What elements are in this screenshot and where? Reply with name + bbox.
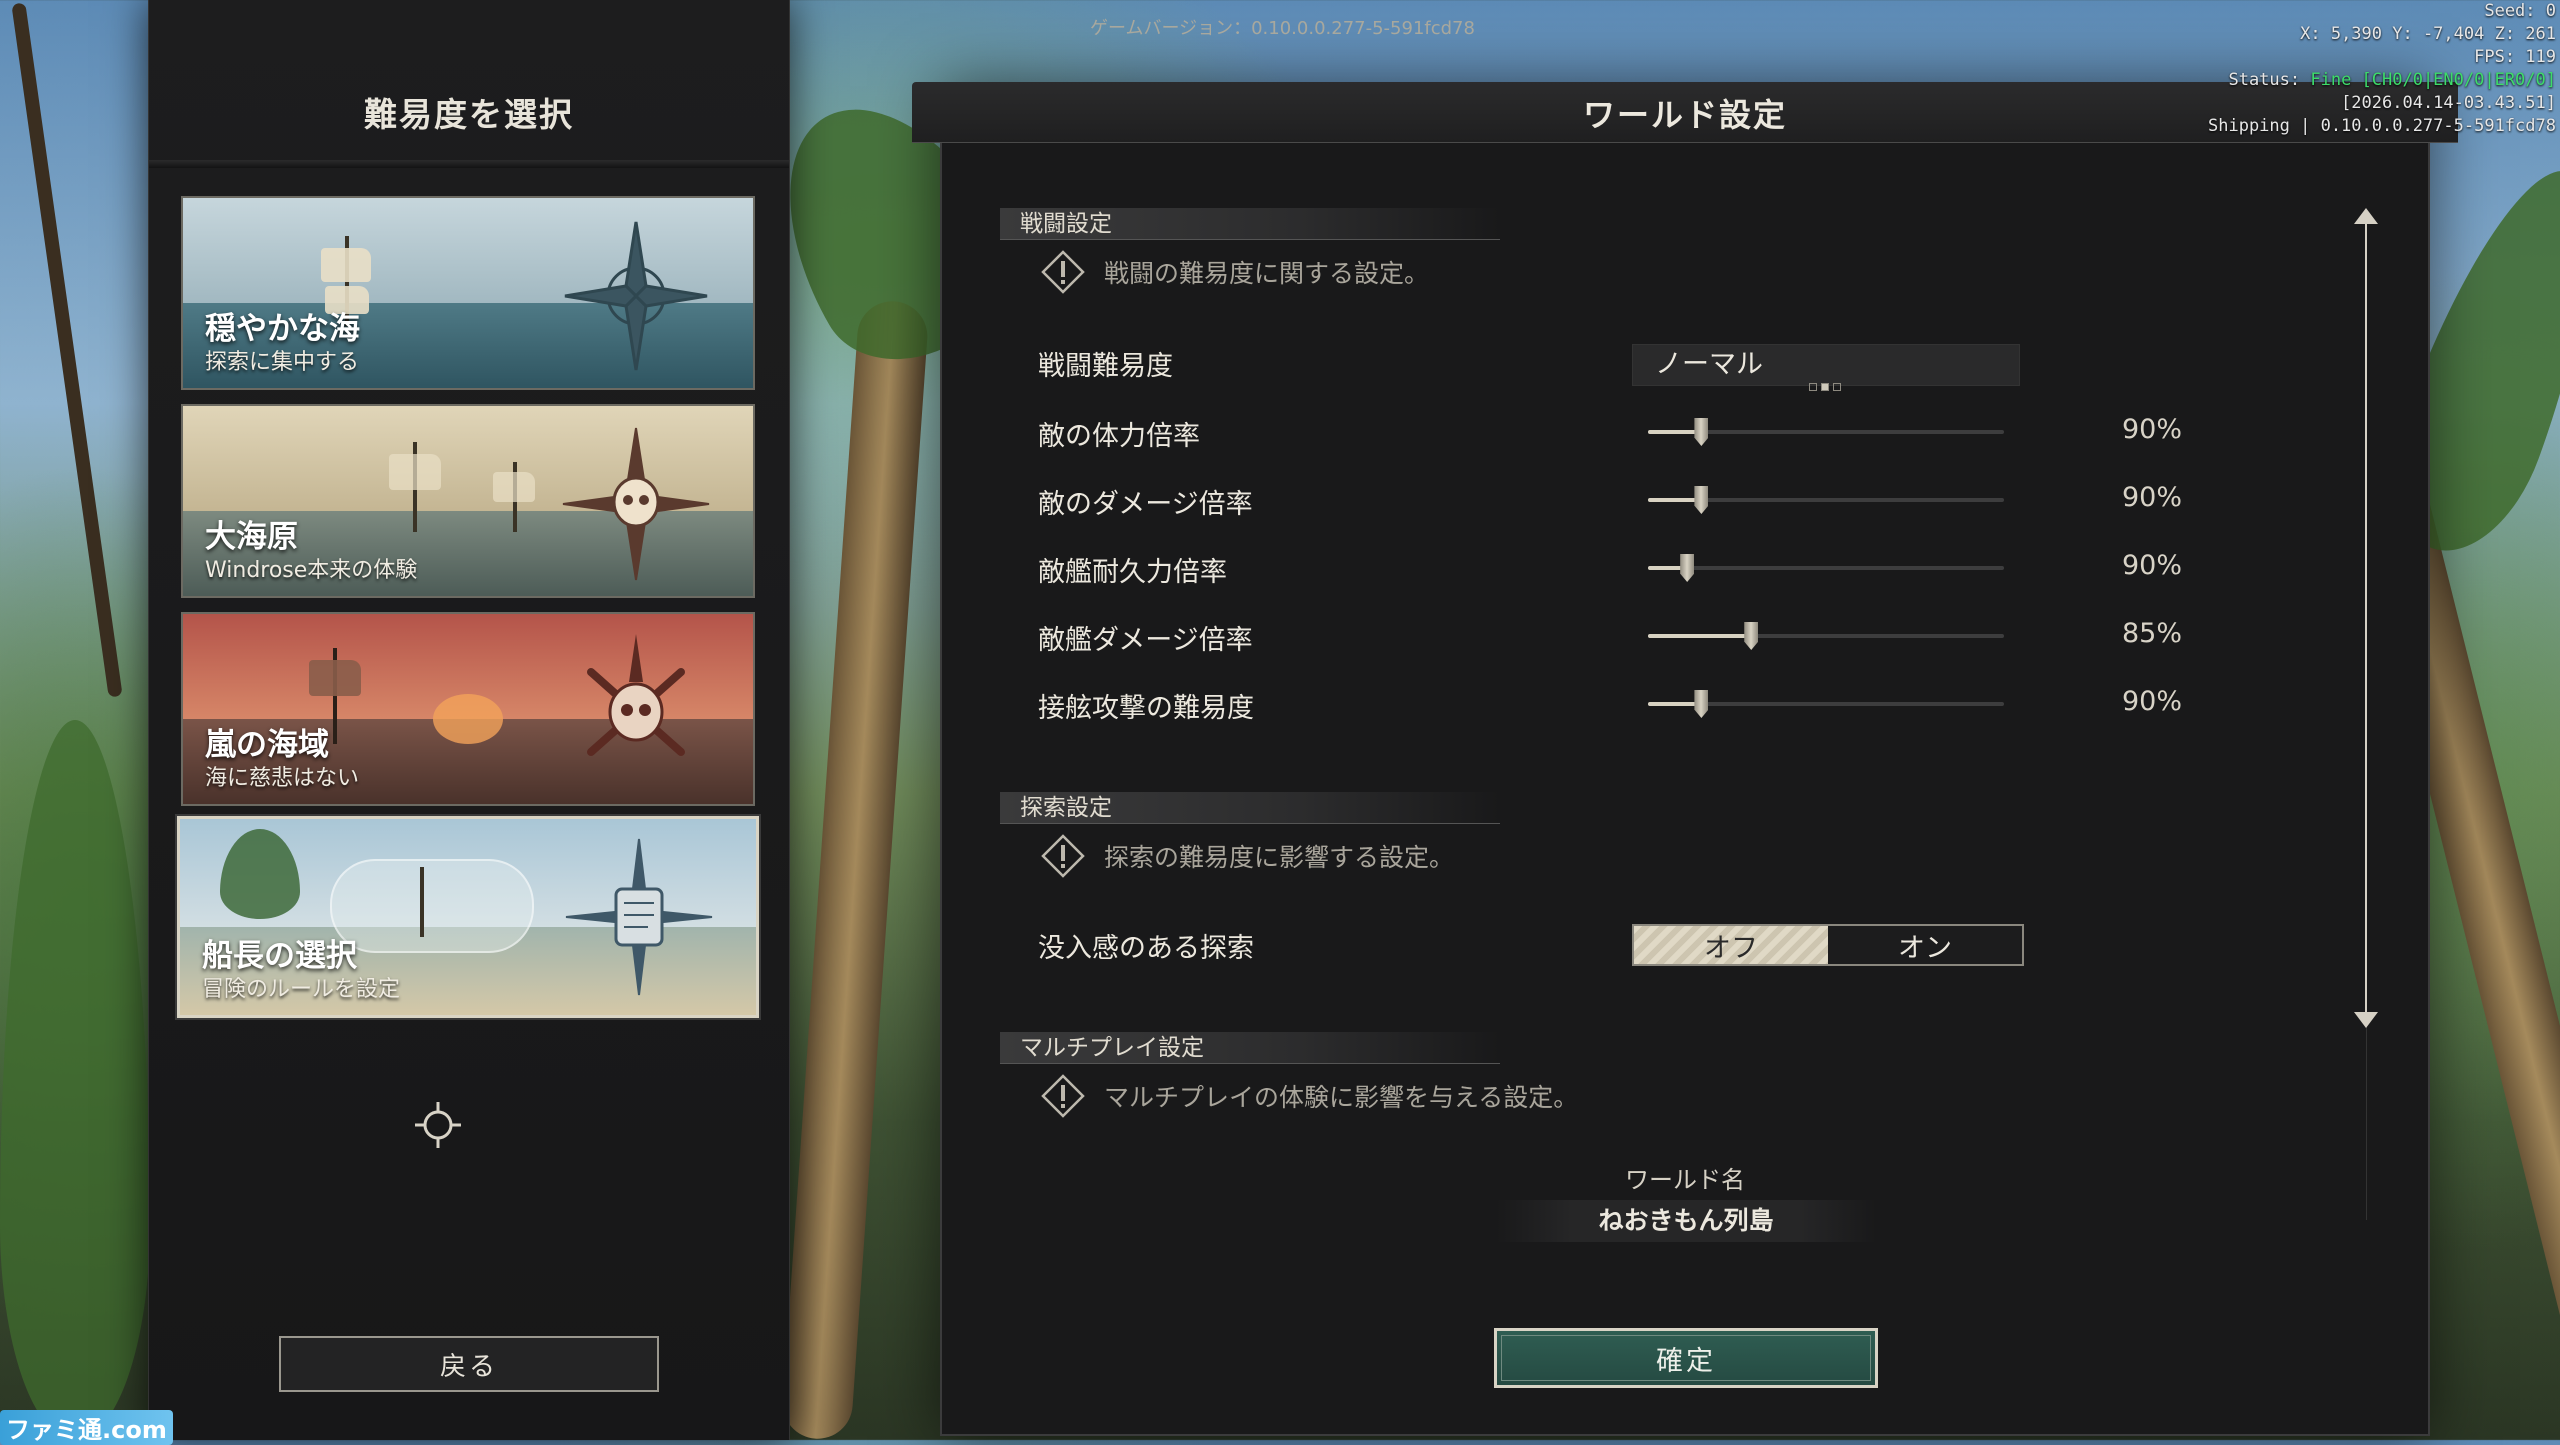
slider-label: 敵のダメージ倍率 (1038, 489, 1253, 520)
section-description: 戦闘の難易度に関する設定。 (1040, 248, 1429, 296)
compass-rose-icon (564, 221, 708, 371)
section-description: 探索の難易度に影響する設定。 (1040, 832, 1454, 880)
crosshair-icon[interactable] (413, 1100, 463, 1150)
debug-status-prefix: Status: (2228, 70, 2311, 90)
info-diamond-icon (1041, 1074, 1085, 1118)
difficulty-card-open-ocean[interactable]: 大海原 Windrose本来の体験 (181, 404, 755, 598)
debug-build: Shipping | 0.10.0.0.277-5-591fcd78 (2208, 116, 2556, 136)
slider-handle[interactable] (1744, 622, 1759, 650)
scroll-quill-icon (565, 838, 713, 996)
slider-value: 85% (2121, 618, 2182, 649)
section-heading-multiplayer: マルチプレイ設定 (1000, 1032, 1500, 1064)
ship-sail (493, 472, 535, 502)
card-title: 船長の選択 (202, 938, 357, 974)
info-diamond-icon (1041, 250, 1085, 294)
difficulty-panel-title: 難易度を選択 (364, 95, 574, 134)
debug-fps: FPS: 119 (2474, 47, 2556, 67)
immersive-exploration-toggle[interactable]: オフ オン (1632, 924, 2024, 966)
slider-value: 90% (2121, 414, 2182, 445)
slider-track[interactable] (1648, 486, 2004, 514)
slider-label: 接舷攻撃の難易度 (1038, 693, 1254, 724)
debug-status-fine: Fine [CH0/0|EN0/0|ER0/0] (2310, 70, 2556, 90)
slider-handle[interactable] (1680, 554, 1695, 582)
ship-sail (389, 454, 441, 490)
slider-handle[interactable] (1694, 486, 1709, 514)
confirm-button[interactable]: 確定 (1494, 1328, 1878, 1388)
step-dot (1809, 383, 1817, 391)
toggle-off-option[interactable]: オフ (1634, 926, 1828, 964)
slider-fill (1648, 702, 1702, 706)
description-text: マルチプレイの体験に影響を与える設定。 (1104, 1083, 1579, 1112)
card-title: 大海原 (205, 519, 298, 555)
card-subtitle: 探索に集中する (205, 350, 360, 375)
slider-label: 敵艦ダメージ倍率 (1038, 625, 1253, 656)
debug-coords: X: 5,390 Y: -7,404 Z: 261 (2300, 24, 2556, 44)
scroll-down-arrow-icon[interactable] (2354, 1012, 2378, 1028)
description-text: 探索の難易度に影響する設定。 (1104, 843, 1455, 872)
debug-overlay: Seed: 0 X: 5,390 Y: -7,404 Z: 261 FPS: 1… (2208, 0, 2556, 138)
difficulty-card-stormy-waters[interactable]: 嵐の海域 海に慈悲はない (181, 612, 755, 806)
section-heading-combat: 戦闘設定 (1000, 208, 1500, 240)
slider-label: 敵の体力倍率 (1038, 421, 1200, 452)
slider-track[interactable] (1648, 418, 2004, 446)
card-subtitle: Windrose本来の体験 (205, 558, 418, 583)
slider-value: 90% (2121, 550, 2182, 581)
step-dot (1821, 383, 1829, 391)
difficulty-card-captains-choice[interactable]: 船長の選択 冒険のルールを設定 (175, 814, 761, 1020)
ship-sail (309, 660, 361, 696)
card-subtitle: 海に慈悲はない (205, 766, 360, 791)
slider-track[interactable] (1648, 690, 2004, 718)
skull-crossbones-icon (587, 634, 685, 756)
section-heading-exploration: 探索設定 (1000, 792, 1500, 824)
section-description: マルチプレイの体験に影響を与える設定。 (1040, 1072, 1578, 1120)
slider-track[interactable] (1648, 554, 2004, 582)
card-title: 嵐の海域 (205, 727, 329, 763)
world-name-input[interactable]: ねおきもん列島 (1496, 1200, 1876, 1242)
ship-in-bottle (330, 859, 534, 953)
slider-value: 90% (2121, 686, 2182, 717)
scroll-up-arrow-icon[interactable] (2354, 208, 2378, 224)
ship-sail (321, 248, 371, 282)
debug-status: Status: Fine [CH0/0|EN0/0|ER0/0] (2208, 69, 2556, 92)
step-dot (1833, 383, 1841, 391)
slider-handle[interactable] (1694, 690, 1709, 718)
skull-compass-icon (562, 427, 710, 581)
slider-fill (1648, 634, 1752, 638)
card-subtitle: 冒険のルールを設定 (202, 977, 401, 1002)
immersive-exploration-label: 没入感のある探索 (1038, 933, 1254, 964)
world-settings-panel: ワールド設定 戦闘設定 戦闘の難易度に関する設定。 戦闘難易度 ノーマル 敵の体… (912, 82, 2458, 1436)
world-name-label: ワールド名 (1625, 1166, 1745, 1194)
combat-difficulty-label: 戦闘難易度 (1038, 351, 1173, 382)
explosion-flash (433, 694, 503, 744)
info-diamond-icon (1041, 834, 1085, 878)
card-title: 穏やかな海 (205, 311, 360, 347)
slider-track[interactable] (1648, 622, 2004, 650)
debug-timestamp: [2026.04.14-03.43.51] (2341, 93, 2556, 113)
ship-mast (420, 867, 424, 937)
scrollbar-track[interactable] (2365, 220, 2367, 1020)
slider-fill (1648, 430, 1702, 434)
back-button[interactable]: 戻る (279, 1336, 659, 1392)
slider-handle[interactable] (1694, 418, 1709, 446)
combat-difficulty-dropdown[interactable]: ノーマル (1632, 344, 2020, 391)
scrollbar-track-lower (2366, 1020, 2367, 1220)
difficulty-step-dots (1809, 383, 1841, 391)
slider-fill (1648, 498, 1702, 502)
difficulty-card-calm-seas[interactable]: 穏やかな海 探索に集中する (181, 196, 755, 390)
slider-value: 90% (2121, 482, 2182, 513)
slider-label: 敵艦耐久力倍率 (1038, 557, 1227, 588)
debug-seed: Seed: 0 (2484, 1, 2556, 21)
description-text: 戦闘の難易度に関する設定。 (1104, 259, 1430, 288)
title-divider (149, 160, 789, 168)
toggle-on-option[interactable]: オン (1828, 926, 2022, 964)
dropdown-value: ノーマル (1655, 349, 1763, 380)
game-version-text: ゲームバージョン：0.10.0.0.277-5-591fcd78 (1090, 18, 1475, 39)
difficulty-panel: 難易度を選択 穏やかな海 探索に集中する 大海原 Windrose本来の体験 嵐… (148, 0, 790, 1440)
